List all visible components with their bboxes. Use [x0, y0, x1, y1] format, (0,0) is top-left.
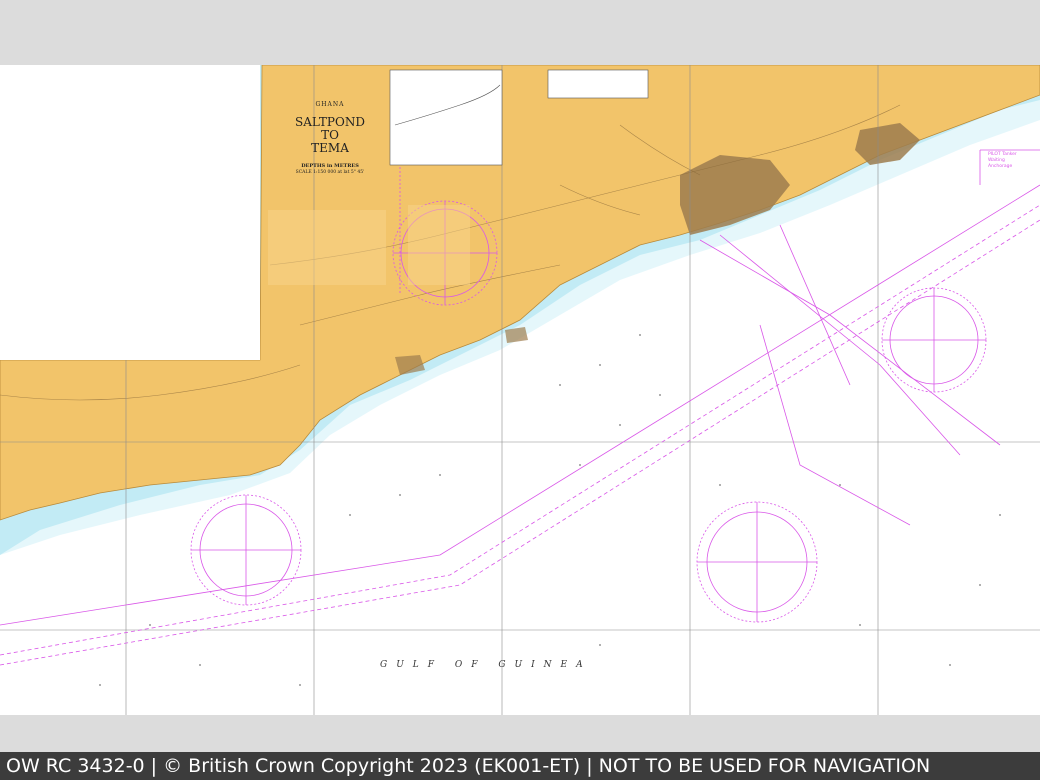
chart-title-block: GHANA SALTPOND TO TEMA DEPTHS in METRES … [272, 101, 388, 175]
scale-label: SCALE 1:150 000 at lat 5° 45' [295, 170, 365, 175]
depth-units-label: DEPTHS in METRES [301, 163, 359, 169]
notes-panel [268, 210, 386, 285]
nautical-chart[interactable]: GHANA SALTPOND TO TEMA DEPTHS in METRES … [0, 65, 1040, 715]
viewer-top-margin [0, 0, 1040, 65]
chart-canvas [0, 65, 1040, 715]
chart-title: SALTPOND TO TEMA [272, 116, 388, 155]
copyright-footer: OW RC 3432-0 | © British Crown Copyright… [0, 752, 1040, 780]
source-diagram-inset [389, 69, 503, 166]
viewer-bottom-margin [0, 715, 1040, 752]
notes-panel [408, 205, 470, 285]
tidal-levels-table [547, 69, 649, 99]
chart-blank-area [0, 65, 260, 360]
sea-name-label: GULF OF GUINEA [380, 660, 592, 670]
anchorage-label: PILOT Tanker Waiting Anchorage [988, 152, 1017, 170]
chart-title-line: TEMA [311, 141, 349, 155]
country-label: GHANA [315, 101, 345, 108]
anchorage-label-line: Anchorage [988, 164, 1013, 169]
